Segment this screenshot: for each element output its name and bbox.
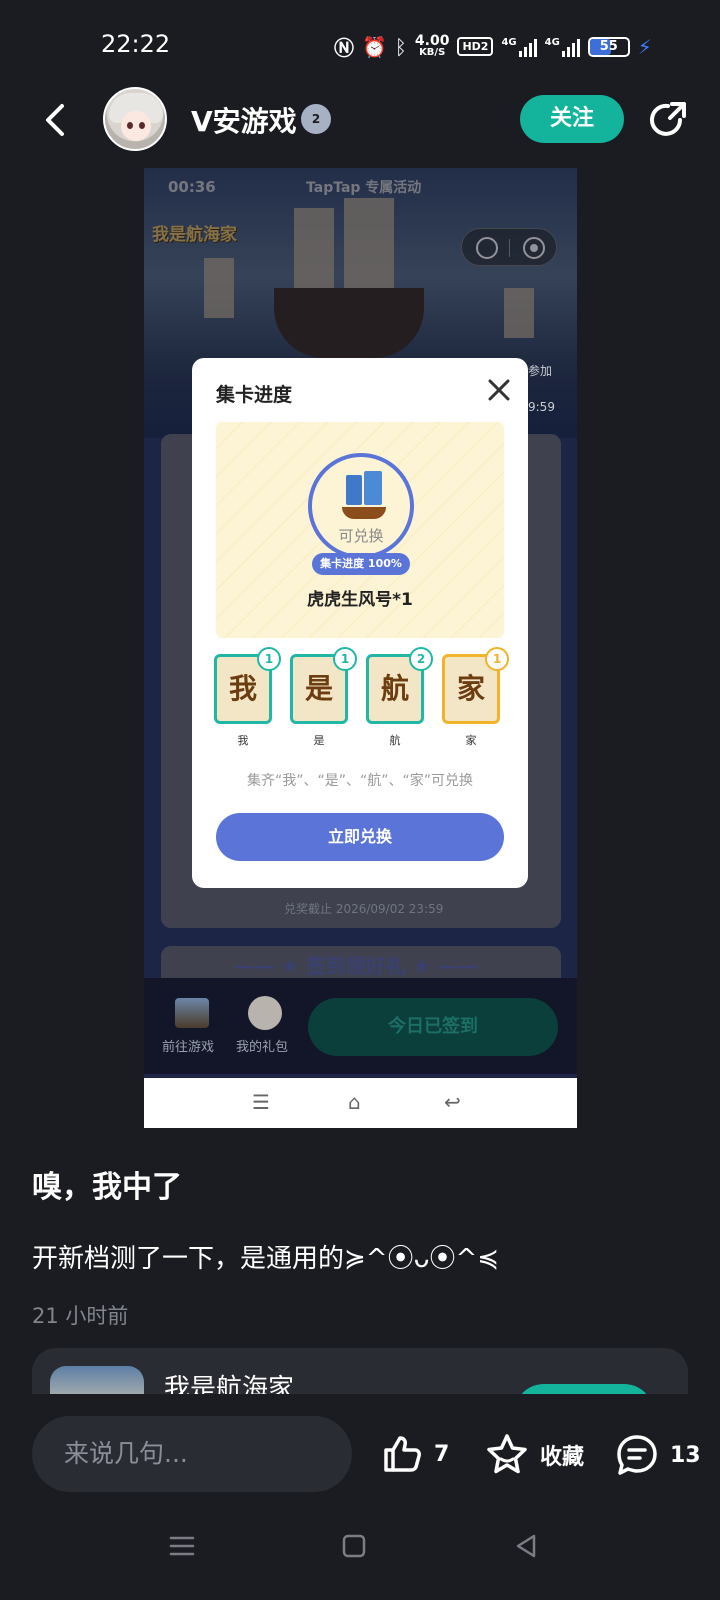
back-arrow-icon	[46, 104, 64, 136]
action-bar: 来说几句... 7 收藏 13	[0, 1394, 720, 1514]
menu-icon[interactable]	[168, 1532, 196, 1560]
hd-voice-icon: HD2	[457, 37, 494, 56]
card-item: 我 1	[214, 647, 281, 724]
card-list: 我 1 我 是 1 是 航 2 航 家 1 家	[214, 647, 509, 754]
signal-2-bars-icon	[561, 37, 580, 57]
reward-name: 虎虎生风号*1	[307, 590, 413, 610]
avatar[interactable]	[103, 87, 167, 151]
shot-nav-bar: ☰ ⌂ ↩	[144, 1078, 577, 1128]
favorite-button[interactable]: 收藏	[484, 1432, 584, 1478]
redeemable-label: 可兑换	[338, 527, 384, 545]
post-image[interactable]: 00:36 TapTap 专属活动 我是航海家 参加 9:59 兑奖截止 202…	[144, 168, 577, 1128]
redeem-hint: 集齐“我”、“是”、“航”、“家”可兑换	[246, 773, 474, 789]
card-label: 是	[313, 734, 325, 747]
comment-count: 13	[670, 1442, 701, 1468]
share-icon	[650, 102, 686, 136]
gift-avatar-icon	[248, 996, 282, 1030]
card-progress-modal: 集卡进度 可兑换 集卡进度 100% 虎虎生风号*1 我 1 我 是 1 是 航…	[192, 358, 528, 888]
like-count: 7	[434, 1441, 450, 1467]
card-count: 1	[333, 647, 357, 671]
reward-circle: 可兑换	[308, 453, 414, 559]
signal-2-label: 4G	[544, 36, 560, 48]
share-button[interactable]	[646, 98, 690, 142]
comment-icon	[617, 1435, 657, 1475]
favorite-label: 收藏	[540, 1445, 585, 1470]
post-body: 开新档测了一下，是通用的≽^⦿ᴗ⦿^≼	[32, 1244, 500, 1274]
card-char: 我	[228, 672, 257, 705]
comment-button[interactable]: 13	[614, 1432, 701, 1478]
card-count: 1	[257, 647, 281, 671]
charging-icon: ⚡	[637, 34, 652, 59]
card-item: 家 1	[442, 647, 509, 724]
net-speed: 4.00 KB/S	[414, 32, 450, 59]
side-text-join: 参加	[528, 364, 553, 378]
back-button[interactable]	[36, 100, 76, 140]
my-gift-label: 我的礼包	[236, 1040, 289, 1055]
home-icon: ⌂	[348, 1090, 361, 1114]
status-icons: Ⓝ ⏰ ᛒ 4.00 KB/S HD2 4G 4G 55 ⚡	[334, 32, 652, 61]
post-time: 21 小时前	[32, 1304, 129, 1328]
post-title: 嗅，我中了	[32, 1170, 182, 1205]
username[interactable]: V安游戏	[191, 100, 297, 140]
progress-badge: 集卡进度 100%	[312, 553, 410, 575]
card-item: 航 2	[366, 647, 433, 724]
battery-text: 55	[599, 38, 618, 54]
card-char: 是	[304, 672, 333, 705]
star-icon	[487, 1434, 527, 1474]
battery-icon: 55	[587, 36, 630, 57]
card-count: 2	[409, 647, 433, 671]
bluetooth-icon: ᛒ	[394, 34, 407, 59]
thumbs-up-icon	[384, 1436, 421, 1472]
like-button[interactable]: 7	[380, 1432, 449, 1476]
home-icon[interactable]	[340, 1532, 368, 1560]
status-bar: 22:22 Ⓝ ⏰ ᛒ 4.00 KB/S HD2 4G 4G 55 ⚡	[0, 0, 720, 90]
menu-icon: ☰	[252, 1090, 270, 1114]
reward-box: 可兑换 集卡进度 100% 虎虎生风号*1	[216, 422, 504, 638]
alarm-icon: ⏰	[362, 34, 387, 59]
net-speed-unit: KB/S	[419, 46, 446, 58]
close-button	[485, 376, 513, 404]
card-count: 1	[485, 647, 509, 671]
signal-1-bars-icon	[518, 37, 537, 57]
ship-icon	[340, 469, 386, 521]
game-icon	[175, 998, 209, 1028]
modal-title: 集卡进度	[216, 384, 293, 406]
card-label: 航	[389, 734, 401, 747]
net-speed-value: 4.00	[414, 32, 450, 49]
system-nav-bar	[0, 1514, 720, 1600]
shot-bottom-bar: 前往游戏 我的礼包 今日已签到	[144, 978, 577, 1074]
nfc-icon: Ⓝ	[334, 36, 354, 60]
goto-game-label: 前往游戏	[162, 1040, 215, 1055]
back-icon[interactable]	[512, 1532, 540, 1560]
card-char: 家	[456, 672, 485, 705]
checkin-banner: —— ★ 签到领好礼 ★ ——	[234, 954, 478, 978]
signal-1: 4G	[501, 36, 537, 57]
card-label: 我	[237, 734, 249, 747]
signal-2: 4G	[545, 37, 580, 57]
level-badge: 2	[301, 104, 331, 134]
close-icon	[488, 379, 510, 401]
back-icon: ↩	[444, 1090, 461, 1114]
card-char: 航	[380, 672, 409, 705]
side-text-time: 9:59	[528, 400, 555, 414]
card-label: 家	[465, 734, 477, 747]
redeem-button: 立即兑换	[216, 813, 504, 861]
checkin-button: 今日已签到	[308, 998, 558, 1056]
status-time: 22:22	[101, 30, 171, 58]
card-item: 是 1	[290, 647, 357, 724]
exchange-deadline: 兑奖截止 2026/09/02 23:59	[284, 902, 444, 916]
follow-button[interactable]: 关注	[520, 95, 624, 143]
signal-1-label: 4G	[501, 36, 517, 48]
comment-input[interactable]: 来说几句...	[32, 1416, 352, 1492]
post-header: V安游戏 2 关注	[0, 86, 720, 156]
